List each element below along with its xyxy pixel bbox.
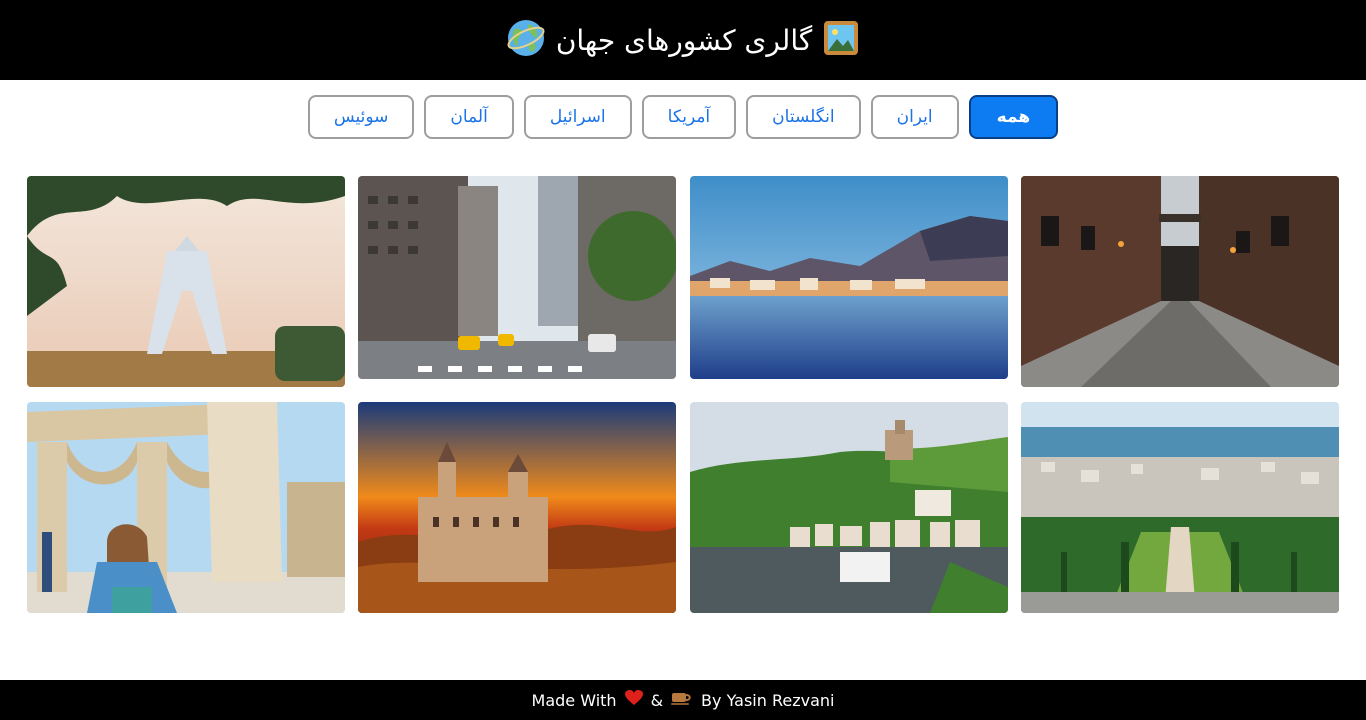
filter-switzerland[interactable]: سوئیس [307, 95, 415, 139]
gallery-image-cochem-river[interactable] [689, 402, 1008, 613]
gallery-image-haifa-gardens[interactable] [1020, 402, 1339, 613]
gallery-image-swiss-lake[interactable] [689, 176, 1008, 379]
coffee-icon [671, 690, 693, 710]
filter-germany[interactable]: آلمان [424, 95, 514, 139]
gallery-image-azadi-tower[interactable] [27, 176, 345, 387]
gallery-image-neuschwanstein-castle[interactable] [358, 402, 677, 613]
filter-bar: همه ایران انگلستان آمریکا اسرائیل آلمان … [0, 95, 1366, 139]
page-footer: Made With & By Yasin Rezvani [0, 680, 1366, 720]
footer-made-with: Made With [531, 690, 617, 710]
filter-america[interactable]: آمریکا [641, 95, 737, 139]
title-wrap: گالری کشورهای جهان [506, 18, 860, 62]
page-header: گالری کشورهای جهان [0, 0, 1366, 80]
picture-frame-icon [822, 19, 860, 61]
gallery-grid [27, 176, 1339, 613]
gallery-image-london-alley[interactable] [1020, 176, 1339, 387]
filter-iran[interactable]: ایران [870, 95, 959, 139]
gallery-image-stone-arches[interactable] [27, 402, 345, 613]
page-title: گالری کشورهای جهان [555, 23, 813, 57]
footer-ampersand: & [650, 690, 664, 710]
globe-icon [506, 18, 546, 62]
heart-icon [624, 690, 643, 710]
footer-author: By Yasin Rezvani [701, 690, 835, 710]
filter-israel[interactable]: اسرائیل [523, 95, 632, 139]
filter-england[interactable]: انگلستان [746, 95, 861, 139]
gallery-image-new-york-street[interactable] [358, 176, 677, 379]
filter-all[interactable]: همه [968, 95, 1059, 139]
